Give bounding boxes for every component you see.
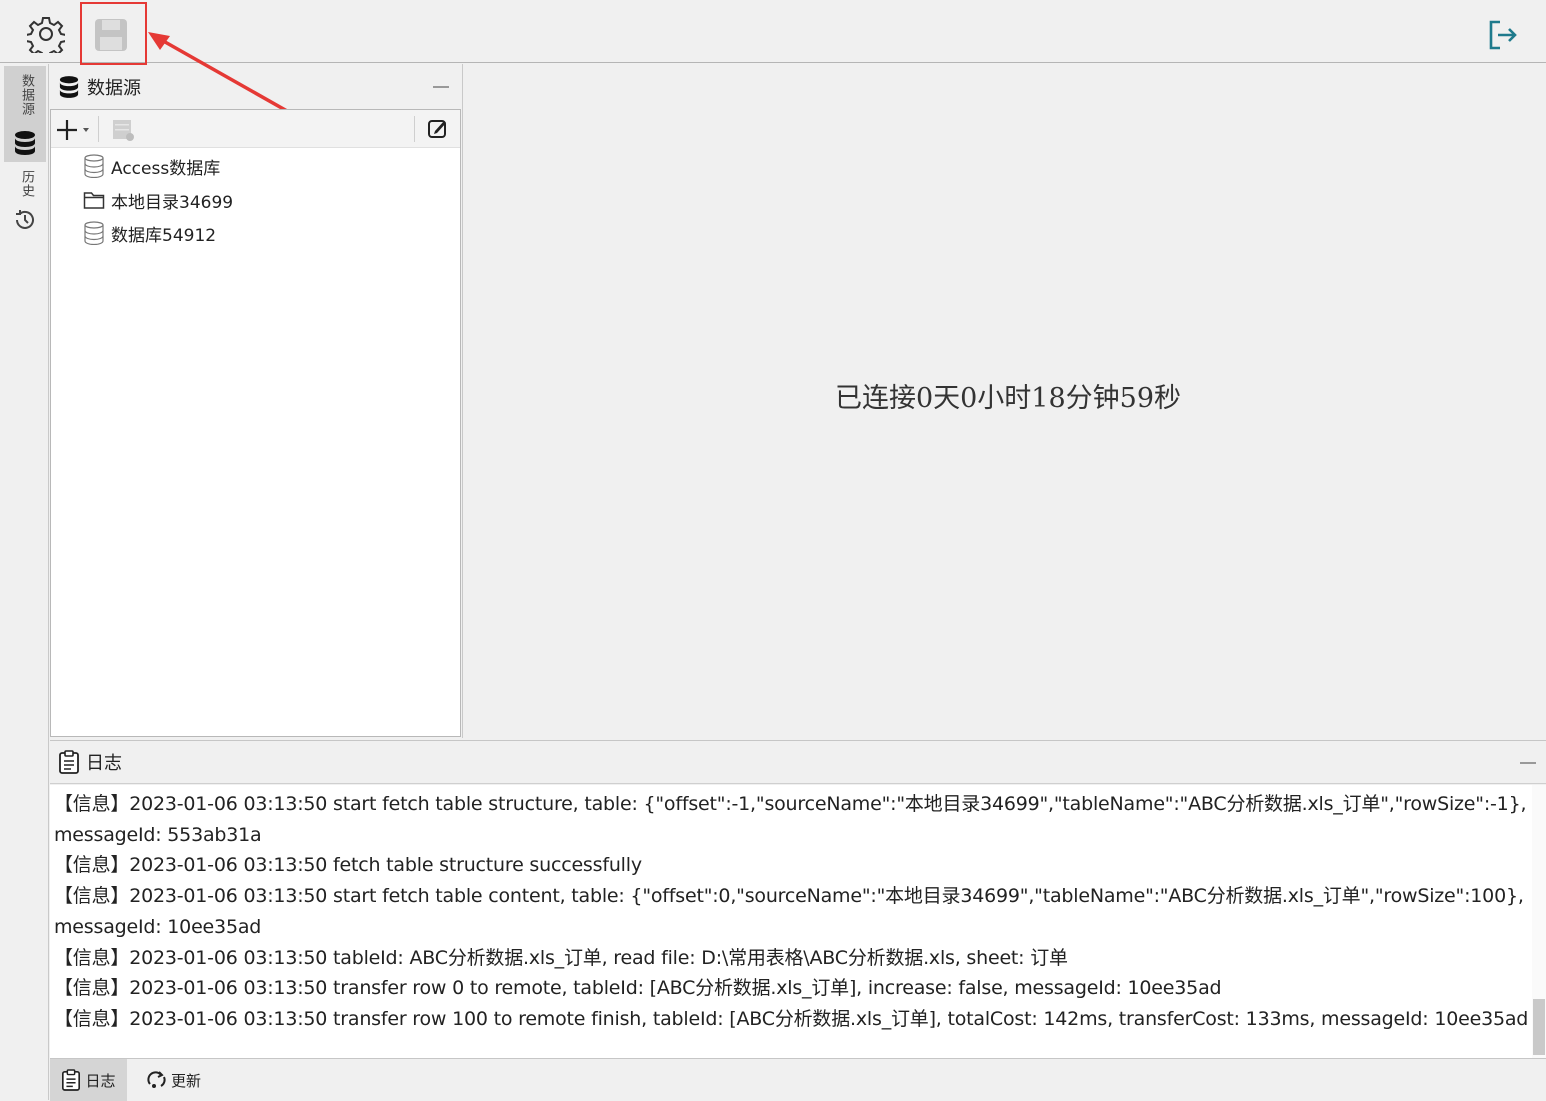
top-toolbar [0,0,1546,65]
log-output[interactable]: 【信息】2023-01-06 03:13:50 start fetch tabl… [50,785,1546,1059]
log-line: 【信息】2023-01-06 03:13:50 start fetch tabl… [54,793,1527,815]
tree-item-label: 本地目录34699 [111,192,234,213]
log-line: messageId: 10ee35ad [54,915,262,938]
log-line: 【信息】2023-01-06 03:13:50 transfer row 0 t… [54,977,1222,1000]
database-icon [59,76,79,98]
history-icon [16,210,34,229]
edit-icon [428,120,446,138]
bottom-tab-bar: 日志 更新 [50,1058,1546,1101]
database-icon [84,221,104,245]
delete-datasource-button[interactable] [111,118,135,142]
tree-item-label: Access数据库 [111,158,221,179]
log-line: 【信息】2023-01-06 03:13:50 tableId: ABC分析数据… [54,946,1068,969]
tab-update-label: 更新 [170,1071,201,1090]
log-panel-title: 日志 [86,753,122,774]
logout-icon [1489,20,1517,50]
log-line: messageId: 553ab31a [54,823,262,846]
edit-datasource-button[interactable] [427,118,451,142]
tree-item-database[interactable]: 数据库54912 [83,218,216,248]
log-line: 【信息】2023-01-06 03:13:50 transfer row 100… [54,1007,1529,1030]
settings-button[interactable] [26,14,66,54]
datasource-toolbar [51,110,460,148]
connection-status: 已连接0天0小时18分钟59秒 [834,383,1182,414]
add-datasource-button[interactable] [56,117,94,143]
side-tab-history[interactable]: 历史 [4,164,46,240]
main-content-area: 已连接0天0小时18分钟59秒 [462,64,1546,738]
disabled-datasource-icon [113,120,134,141]
datasource-panel-header: 数据源 [50,66,461,108]
tab-log[interactable]: 日志 [50,1059,127,1101]
clipboard-icon [62,1069,81,1091]
database-icon [84,154,104,178]
plus-icon [57,120,89,140]
log-line: 【信息】2023-01-06 03:13:50 fetch table stru… [54,854,642,877]
folder-icon [83,192,105,209]
tree-item-access-database[interactable]: Access数据库 [83,151,220,181]
log-scrollbar[interactable] [1532,785,1546,1059]
log-line: 【信息】2023-01-06 03:13:50 start fetch tabl… [54,885,1524,908]
minimize-button[interactable] [433,86,449,88]
side-tab-datasource[interactable]: 数据源 [4,66,46,162]
log-lines: 【信息】2023-01-06 03:13:50 start fetch tabl… [54,789,1530,1035]
toolbar-divider [98,116,99,142]
side-tab-bar: 数据源 历史 [0,64,49,1100]
log-panel: 日志 【信息】2023-01-06 03:13:50 start fetch t… [50,740,1546,1059]
datasource-panel: 数据源 Access数据库 本地目录34699 数据库54912 [50,66,461,738]
gear-icon [27,17,65,53]
minimize-button[interactable] [1520,762,1536,764]
log-panel-header: 日志 [50,741,1546,784]
tab-update[interactable]: 更新 [134,1059,214,1101]
datasource-panel-title: 数据源 [87,78,141,99]
tree-item-local-directory[interactable]: 本地目录34699 [83,185,233,215]
tab-log-label: 日志 [85,1071,116,1090]
side-tab-history-label: 历史 [19,170,34,198]
side-tab-datasource-label: 数据源 [19,74,34,116]
datasource-tree: Access数据库 本地目录34699 数据库54912 [50,109,461,737]
logout-button[interactable] [1484,16,1522,54]
tree-item-label: 数据库54912 [111,225,217,246]
clipboard-icon [59,750,79,774]
log-scrollbar-thumb[interactable] [1533,999,1545,1055]
update-icon [147,1071,166,1088]
database-icon [15,131,35,155]
save-button-highlight [80,2,147,65]
toolbar-divider [414,116,415,142]
